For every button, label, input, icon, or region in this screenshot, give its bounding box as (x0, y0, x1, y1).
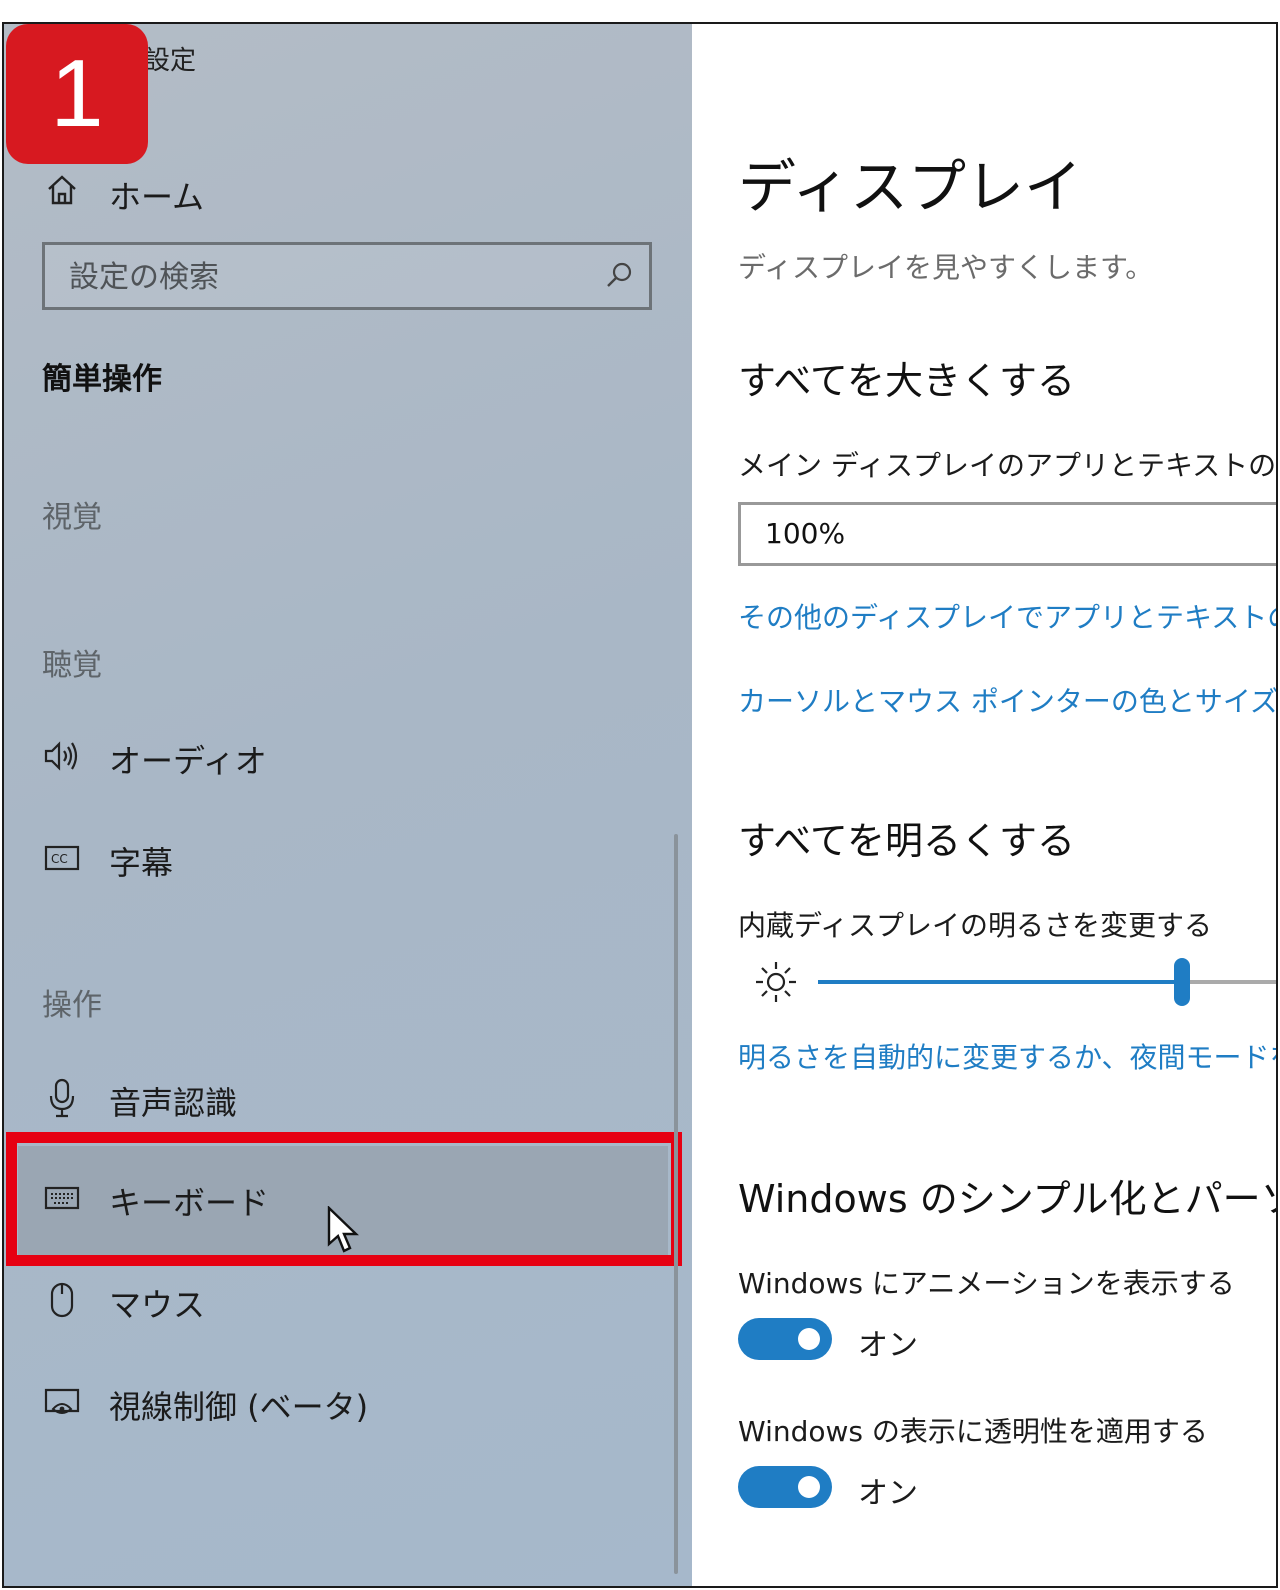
other-displays-link[interactable]: その他のディスプレイでアプリとテキストのサイ (738, 596, 1276, 636)
sidebar-item-label: 視線制御 (ベータ) (109, 1388, 369, 1426)
auto-brightness-link[interactable]: 明るさを自動的に変更するか、夜間モードを (738, 1036, 1276, 1076)
sidebar-scrollbar[interactable] (674, 834, 678, 1574)
toggle-knob (798, 1476, 820, 1498)
settings-window: 設定 ホーム 簡単操作 視覚 聴覚 オーディオ CC 字幕 操作 (2, 22, 1278, 1588)
sidebar-item-label: 音声認識 (109, 1084, 238, 1122)
eye-control-icon (42, 1382, 82, 1422)
page-subtitle: ディスプレイを見やすくします。 (738, 251, 1154, 284)
animations-label: Windows にアニメーションを表示する (738, 1267, 1235, 1300)
cursor-pointer-link[interactable]: カーソルとマウス ポインターの色とサイズを変 (738, 680, 1276, 720)
transparency-label: Windows の表示に透明性を適用する (738, 1415, 1208, 1448)
sidebar-item-speech[interactable]: 音声認識 (4, 1058, 692, 1138)
brightness-label: 内蔵ディスプレイの明るさを変更する (738, 909, 1213, 942)
group-heading-vision: 視覚 (42, 500, 102, 535)
section-heading-brighter: すべてを明るくする (738, 819, 1076, 863)
sidebar-item-eye-control[interactable]: 視線制御 (ベータ) (4, 1362, 692, 1442)
toggle-knob (798, 1328, 820, 1350)
brightness-slider-thumb[interactable] (1174, 958, 1190, 1006)
transparency-toggle[interactable] (738, 1466, 832, 1508)
content-pane: ディスプレイ ディスプレイを見やすくします。 すべてを大きくする メイン ディス… (692, 24, 1276, 1586)
home-icon (42, 170, 82, 210)
animations-toggle[interactable] (738, 1318, 832, 1360)
group-heading-interaction: 操作 (42, 988, 102, 1023)
sidebar-item-label: マウス (109, 1286, 206, 1324)
microphone-icon (42, 1078, 82, 1118)
search-input[interactable] (67, 245, 591, 309)
text-size-dropdown[interactable]: 100% (738, 502, 1276, 566)
group-heading-hearing: 聴覚 (42, 648, 102, 683)
animations-state: オン (858, 1328, 918, 1363)
sidebar-item-audio[interactable]: オーディオ (4, 716, 692, 796)
sidebar-item-label: オーディオ (109, 742, 267, 780)
section-heading-simplify: Windows のシンプル化とパーソナ (738, 1177, 1276, 1221)
speaker-icon (42, 736, 82, 776)
search-field[interactable] (42, 242, 652, 310)
closed-captions-icon: CC (42, 838, 82, 878)
mouse-icon (42, 1280, 82, 1320)
text-size-value: 100% (765, 517, 846, 550)
sidebar-item-captions[interactable]: CC 字幕 (4, 818, 692, 898)
mouse-cursor-icon (327, 1206, 359, 1253)
page-title: ディスプレイ (738, 153, 1082, 221)
sun-icon (756, 962, 796, 1002)
section-heading-bigger: すべてを大きくする (738, 359, 1076, 403)
text-size-label: メイン ディスプレイのアプリとテキストのサイズ (738, 449, 1276, 482)
brightness-slider-fill (818, 980, 1182, 984)
transparency-state: オン (858, 1476, 918, 1511)
sidebar-item-mouse[interactable]: マウス (4, 1260, 692, 1340)
sidebar: 設定 ホーム 簡単操作 視覚 聴覚 オーディオ CC 字幕 操作 (4, 24, 692, 1586)
svg-text:CC: CC (51, 852, 68, 866)
step-badge: 1 (6, 24, 148, 164)
search-icon[interactable] (603, 259, 635, 291)
sidebar-item-label: ホーム (109, 178, 205, 216)
section-title: 簡単操作 (42, 362, 162, 397)
sidebar-item-label: 字幕 (109, 844, 174, 882)
